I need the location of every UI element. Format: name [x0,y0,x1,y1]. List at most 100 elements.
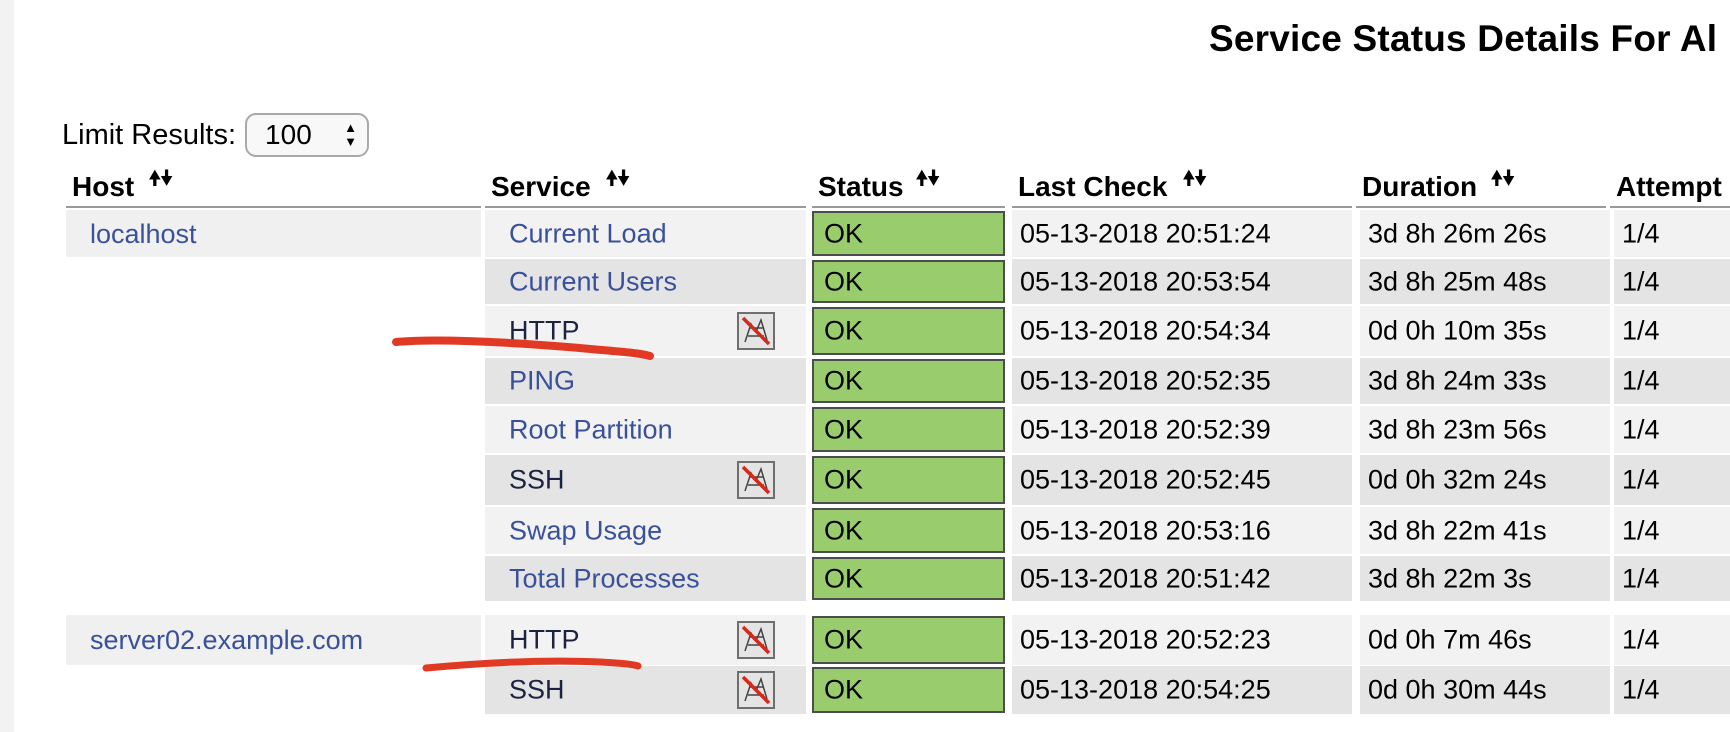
attempt-value: 1/4 [1622,515,1660,545]
limit-results-value: 100 [265,119,312,150]
sort-ascending-icon[interactable]: 🠝 [915,167,929,190]
attempt-cell: 1/4 [1610,210,1730,257]
attempt-value: 1/4 [1622,365,1660,396]
service-link[interactable]: Root Partition [509,414,673,445]
sort-descending-icon[interactable]: 🠟 [1502,167,1516,190]
status-badge-ok: OK [812,260,1005,303]
column-header-duration: Duration 🠝🠟 [1356,166,1606,208]
service-row: HTTP OK 05-13-2018 20:54:34 0d 0h 10m 35s 1/… [485,306,1730,356]
duration-value: 3d 8h 25m 48s [1368,266,1547,296]
status-badge-ok: OK [812,407,1005,452]
service-cell: Root Partition [485,406,806,453]
service-link[interactable]: Swap Usage [509,515,662,546]
column-header-status: Status 🠝🠟 [812,166,1005,208]
notifications-disabled-icon[interactable] [737,461,775,499]
column-header-attempt: Attempt [1610,166,1730,208]
last-check-cell: 05-13-2018 20:54:34 [1012,306,1352,356]
duration-value: 0d 0h 10m 35s [1368,315,1547,346]
attempt-value: 1/4 [1622,218,1660,248]
sort-ascending-icon[interactable]: 🠝 [1182,167,1196,190]
last-check-cell: 05-13-2018 20:53:54 [1012,259,1352,304]
service-row: Swap Usage OK 05-13-2018 20:53:16 3d 8h 22m… [485,507,1730,554]
service-cell: SSH [485,666,806,714]
service-link[interactable]: HTTP [509,316,580,347]
column-header-label: Status [818,171,904,202]
status-text: OK [824,464,864,495]
attempt-value: 1/4 [1622,464,1660,495]
service-cell: PING [485,358,806,404]
status-badge-ok: OK [812,359,1005,403]
service-row: PING OK 05-13-2018 20:52:35 3d 8h 24m 33s 1/… [485,358,1730,404]
sort-icons: 🠝🠟 [915,167,941,190]
status-badge-ok: OK [812,508,1005,553]
notifications-disabled-icon[interactable] [737,671,775,709]
service-cell: Current Load [485,210,806,257]
status-badge-ok: OK [812,456,1005,504]
sort-descending-icon[interactable]: 🠟 [160,167,174,190]
service-row: SSH OK 05-13-2018 20:54:25 0d 0h 30m 44s 1/4 [485,666,1730,714]
service-row: SSH OK 05-13-2018 20:52:45 0d 0h 32m 24s 1/4 [485,455,1730,505]
attempt-value: 1/4 [1622,563,1660,593]
sort-descending-icon[interactable]: 🠟 [927,167,941,190]
attempt-cell: 1/4 [1610,615,1730,665]
duration-cell: 0d 0h 10m 35s [1356,306,1610,356]
attempt-value: 1/4 [1622,674,1660,705]
status-badge-ok: OK [812,667,1005,713]
column-header-label: Host [72,171,135,202]
column-header-label: Duration [1362,171,1478,202]
duration-cell: 0d 0h 7m 46s [1356,615,1610,665]
sort-ascending-icon[interactable]: 🠝 [148,167,162,190]
notifications-disabled-icon[interactable] [737,312,775,350]
limit-results-label: Limit Results: [62,118,237,151]
attempt-value: 1/4 [1622,624,1660,655]
service-row: HTTP OK 05-13-2018 20:52:23 0d 0h 7m 46s 1/4 [485,615,1730,665]
service-cell: Total Processes [485,556,806,601]
column-header-host: Host 🠝🠟 [66,166,481,208]
status-text: OK [824,365,864,396]
last-check-cell: 05-13-2018 20:52:23 [1012,615,1352,665]
last-check-value: 05-13-2018 20:51:42 [1020,563,1271,593]
host-link-localhost[interactable]: localhost [90,219,197,250]
service-row: Current Users OK 05-13-2018 20:53:54 3d 8h … [485,259,1730,304]
status-text: OK [824,515,864,545]
service-row: Total Processes OK 05-13-2018 20:51:42 3d 8… [485,556,1730,601]
last-check-cell: 05-13-2018 20:52:35 [1012,358,1352,404]
service-cell: Swap Usage [485,507,806,554]
service-row: Root Partition OK 05-13-2018 20:52:39 3d 8h… [485,406,1730,453]
sort-descending-icon[interactable]: 🠟 [617,167,631,190]
last-check-value: 05-13-2018 20:54:34 [1020,315,1271,346]
service-link[interactable]: SSH [509,675,565,706]
status-text: OK [824,266,864,296]
service-cell: HTTP [485,615,806,665]
select-arrows-icon: ▲ ▼ [344,120,358,149]
sort-descending-icon[interactable]: 🠟 [1194,167,1208,190]
notifications-disabled-icon[interactable] [737,621,775,659]
last-check-cell: 05-13-2018 20:52:45 [1012,455,1352,505]
duration-cell: 3d 8h 22m 3s [1356,556,1610,601]
last-check-value: 05-13-2018 20:52:35 [1020,365,1271,396]
duration-cell: 3d 8h 24m 33s [1356,358,1610,404]
host-link-server02[interactable]: server02.example.com [90,625,363,656]
status-text: OK [824,218,864,248]
attempt-cell: 1/4 [1610,306,1730,356]
service-link[interactable]: Current Users [509,266,677,297]
duration-value: 0d 0h 30m 44s [1368,674,1547,705]
service-link[interactable]: PING [509,366,575,397]
column-header-service: Service 🠝🠟 [485,166,806,208]
duration-value: 3d 8h 22m 3s [1368,563,1532,593]
status-text: OK [824,624,864,655]
sort-ascending-icon[interactable]: 🠝 [1490,167,1504,190]
attempt-cell: 1/4 [1610,455,1730,505]
service-link[interactable]: HTTP [509,625,580,656]
limit-results-select[interactable]: 100 ▲ ▼ [245,113,370,157]
sort-ascending-icon[interactable]: 🠝 [605,167,619,190]
last-check-value: 05-13-2018 20:53:16 [1020,515,1271,545]
last-check-cell: 05-13-2018 20:53:16 [1012,507,1352,554]
service-link[interactable]: SSH [509,465,565,496]
service-link[interactable]: Total Processes [509,563,700,594]
service-link[interactable]: Current Load [509,218,667,249]
attempt-cell: 1/4 [1610,259,1730,304]
last-check-cell: 05-13-2018 20:54:25 [1012,666,1352,714]
status-text: OK [824,315,864,346]
column-header-last-check: Last Check 🠝🠟 [1012,166,1352,208]
